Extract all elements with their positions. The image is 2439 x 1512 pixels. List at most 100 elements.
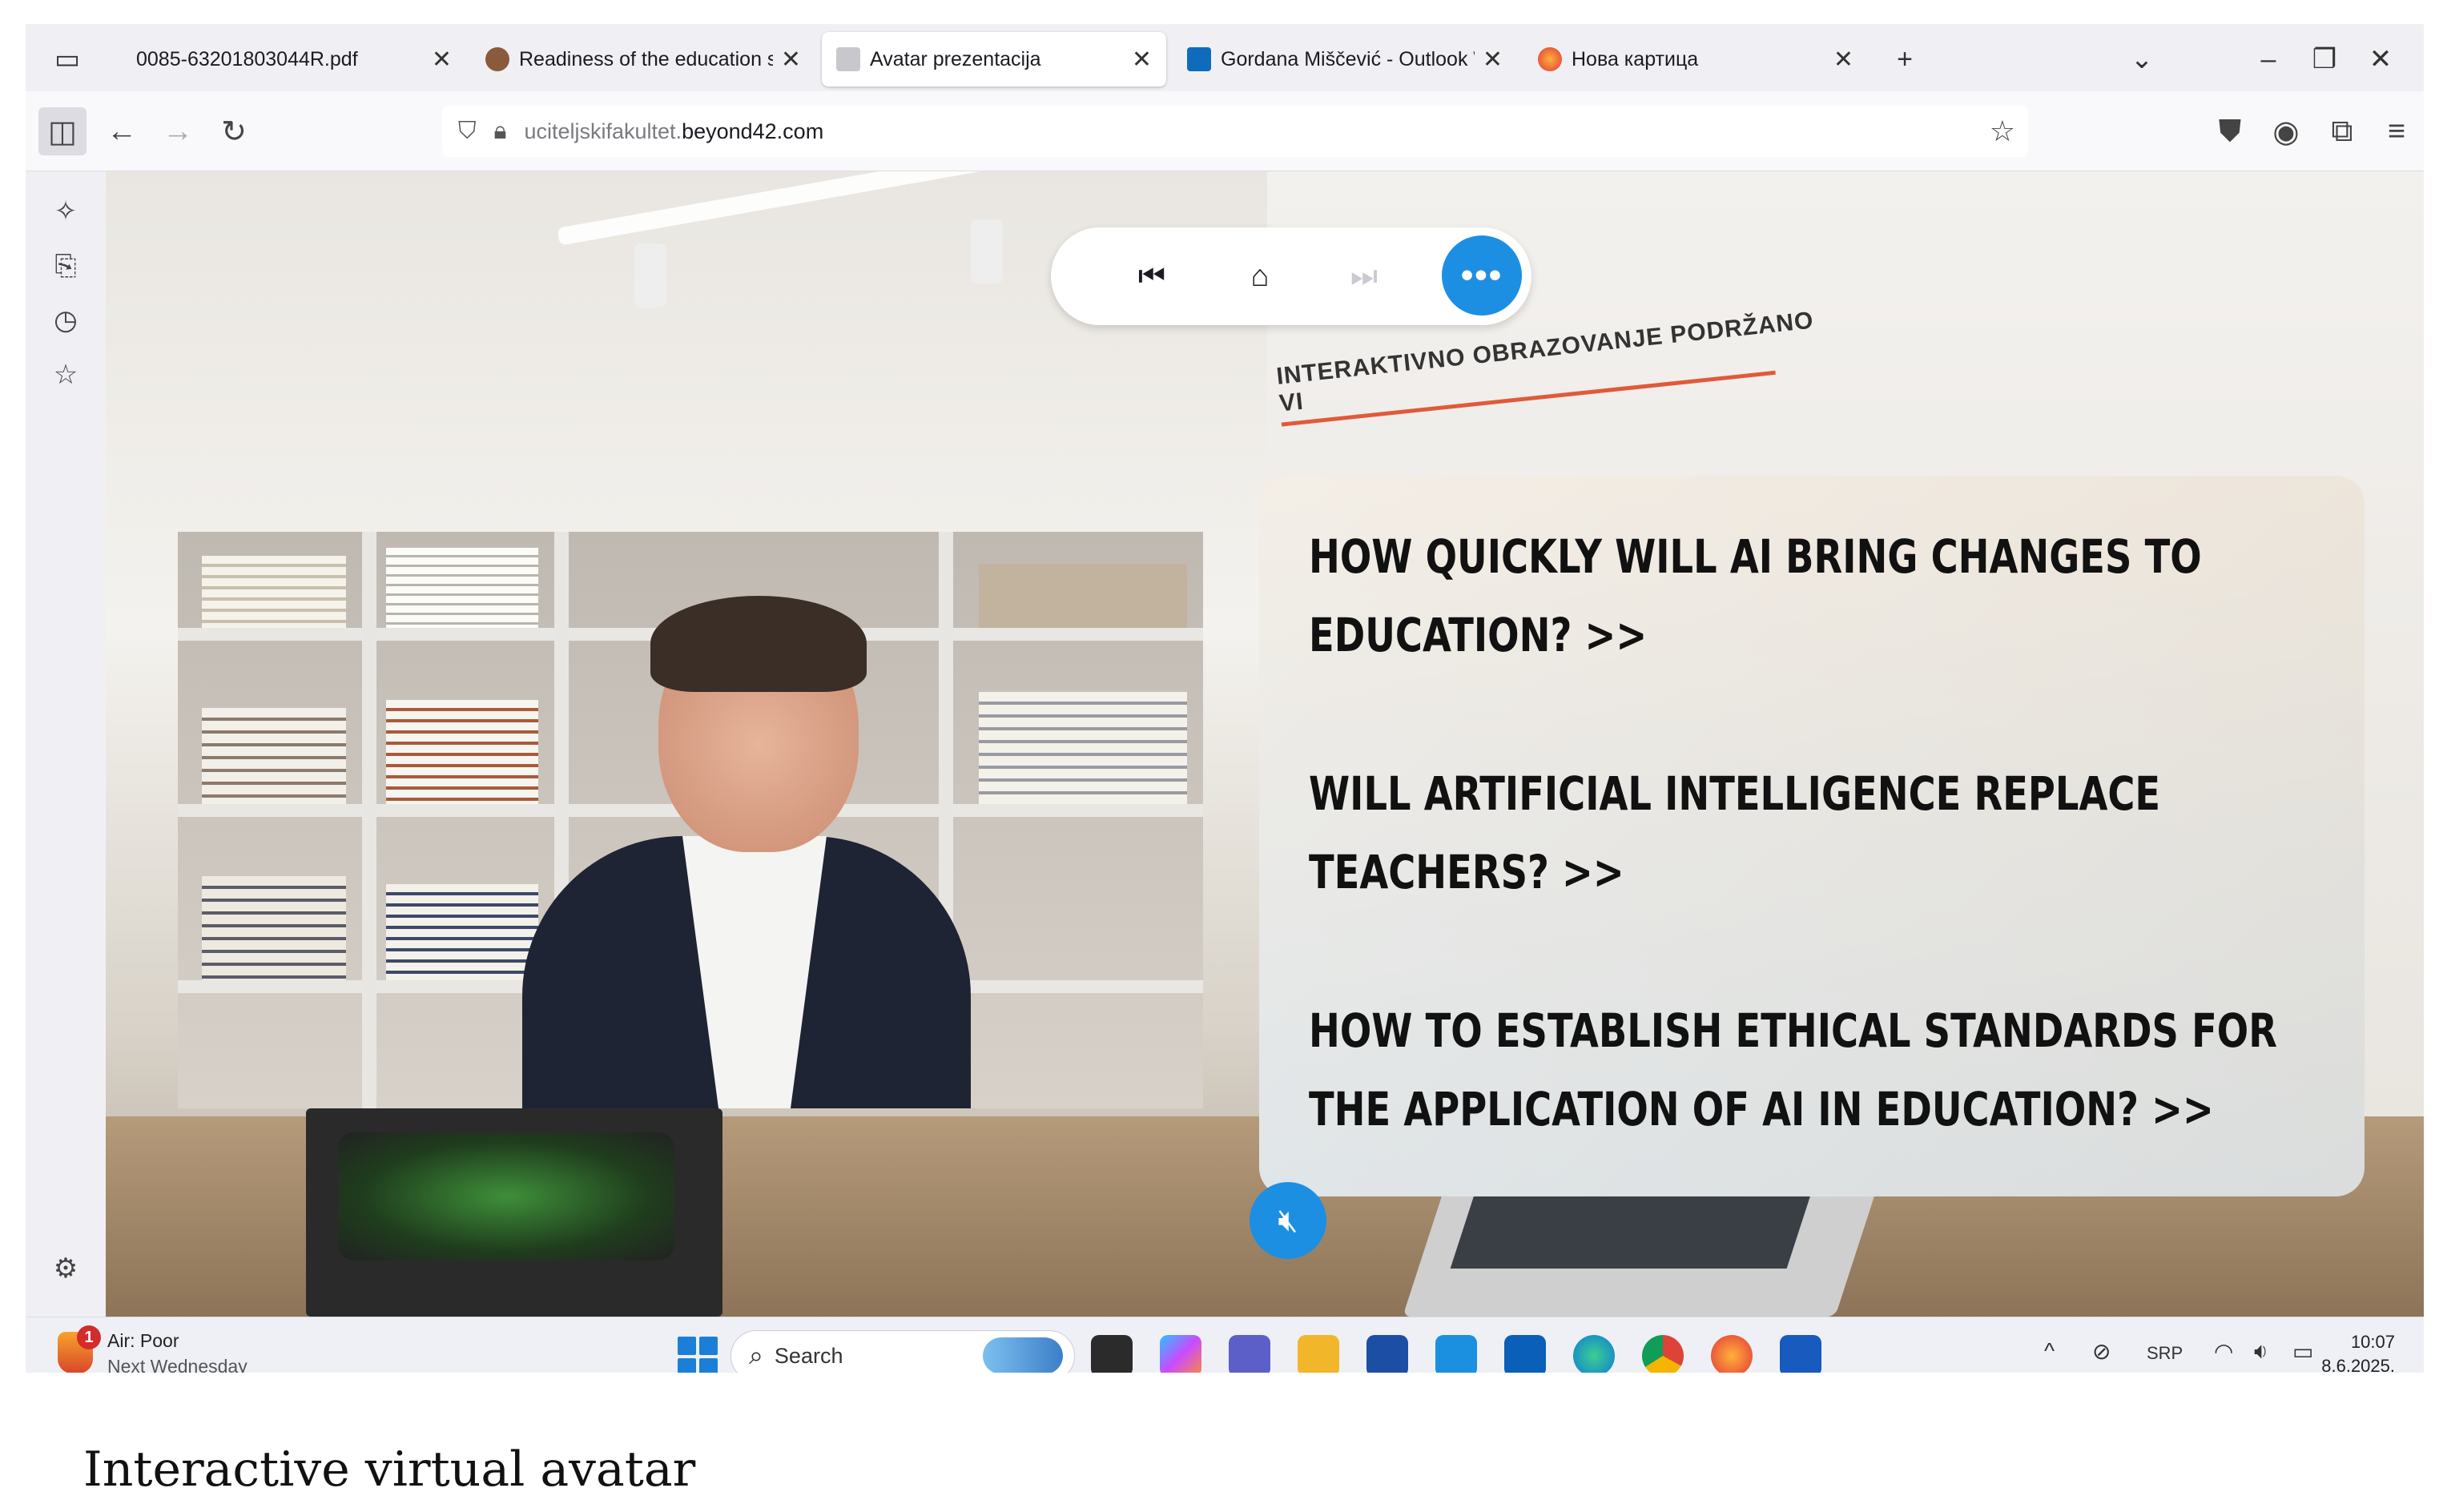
search-placeholder: Search [774, 1343, 843, 1368]
presenter [522, 596, 971, 1108]
tab-title: 0085-63201803044R.pdf [136, 47, 358, 70]
save-app-icon[interactable] [1366, 1335, 1408, 1373]
question-link[interactable]: HOW TO ESTABLISH ETHICAL STANDARDS FOR T… [1309, 991, 2277, 1148]
search-icon: ⌕ [749, 1341, 763, 1369]
close-tab-icon[interactable]: ✕ [1833, 46, 1853, 74]
windows-start-icon[interactable] [678, 1337, 718, 1373]
copilot-icon[interactable] [1160, 1335, 1201, 1373]
outlook-icon [1187, 47, 1211, 71]
ceiling-spotlight [971, 219, 1003, 284]
question-line: TEACHERS? >> [1309, 845, 1624, 899]
dashboard-app-icon[interactable] [1504, 1335, 1546, 1373]
windows-taskbar: 1 Air: Poor Next Wednesday ⌕ Search ^ ⊘ … [26, 1317, 2424, 1373]
tab-avatar-prezentacija[interactable]: Avatar prezentacija ✕ [822, 32, 1166, 86]
weather-status: Air: Poor [107, 1330, 179, 1351]
questions-panel: HOW QUICKLY WILL AI BRING CHANGES TO EDU… [1259, 476, 2365, 1196]
clock-time: 10:07 [2350, 1332, 2395, 1352]
file-explorer-icon[interactable] [1298, 1335, 1339, 1373]
book-stack [202, 556, 346, 628]
system-tray: ^ ⊘ SRP ◠ 🔉︎ ▭ 10:07 8.6.2025. [2028, 1317, 2424, 1373]
question-link[interactable]: WILL ARTIFICIAL INTELLIGENCE REPLACE TEA… [1309, 754, 2160, 911]
bookmarks-icon[interactable]: ☆ [42, 351, 90, 399]
ceiling-light [557, 171, 1113, 246]
sync-off-icon[interactable]: ⊘ [2092, 1338, 2111, 1365]
lock-icon[interactable]: 🔒︎ [494, 118, 507, 145]
weather-widget[interactable]: 1 Air: Poor Next Wednesday [58, 1325, 298, 1373]
firefox-icon[interactable] [1711, 1335, 1753, 1373]
firefox-icon [1538, 47, 1562, 71]
skip-forward-icon[interactable]: ⏭ [1339, 251, 1389, 301]
teams-icon[interactable] [1229, 1335, 1270, 1373]
question-line: HOW QUICKLY WILL AI BRING CHANGES TO [1309, 529, 2202, 584]
book-stack [386, 548, 538, 628]
close-window-button[interactable]: ✕ [2356, 35, 2405, 83]
avatar-video [178, 532, 1203, 1108]
minimize-button[interactable]: – [2244, 35, 2292, 83]
chrome-icon[interactable] [1642, 1335, 1684, 1373]
account-icon[interactable]: ◉ [2262, 107, 2310, 155]
tab-new[interactable]: Нова картица ✕ [1523, 32, 1868, 86]
edge-icon[interactable] [1573, 1335, 1615, 1373]
question-line: EDUCATION? >> [1309, 608, 1648, 662]
task-view-icon[interactable] [1091, 1335, 1133, 1373]
language-indicator[interactable]: SRP [2147, 1343, 2183, 1364]
notification-badge: 1 [77, 1325, 101, 1349]
tab-outlook[interactable]: Gordana Miščević - Outlook We ✕ [1173, 32, 1517, 86]
clock[interactable]: 10:07 8.6.2025. [2321, 1330, 2395, 1373]
url-bar[interactable]: ⛉ 🔒︎ uciteljskifakultet. beyond42.com ☆ [442, 106, 2028, 157]
back-icon[interactable]: ← [98, 107, 146, 155]
presenter-hair [650, 596, 867, 692]
menu-icon[interactable]: ≡ [2373, 107, 2421, 155]
list-all-tabs-icon[interactable]: ⌄ [2118, 35, 2166, 83]
show-hidden-icons-icon[interactable]: ^ [2044, 1338, 2055, 1364]
volume-icon[interactable]: 🔉︎ [2254, 1338, 2268, 1365]
virtual-room-scene: ⏮ ⌂ ⏭ ••• INTERAKTIVNO OBRAZOVANJE PODRŽ… [106, 171, 2424, 1317]
history-icon[interactable]: ◷ [42, 296, 90, 344]
url-subdomain: uciteljskifakultet. [524, 119, 682, 143]
question-line: WILL ARTIFICIAL INTELLIGENCE REPLACE [1309, 766, 2161, 821]
tab-readiness[interactable]: Readiness of the education syst ✕ [471, 32, 815, 86]
synced-tabs-icon[interactable]: ⎘ [42, 242, 90, 290]
shelf-decoration [979, 564, 1187, 628]
presentation-controls: ⏮ ⌂ ⏭ ••• [1051, 227, 1531, 325]
mute-icon[interactable]: 🔇︎ [1250, 1182, 1326, 1259]
restore-button[interactable]: ❐ [2300, 35, 2348, 83]
close-tab-icon[interactable]: ✕ [781, 46, 801, 74]
word-icon[interactable] [1780, 1335, 1821, 1373]
clock-date: 8.6.2025. [2321, 1356, 2395, 1373]
tab-strip: ▭ 0085-63201803044R.pdf ✕ Readiness of t… [26, 24, 2424, 91]
forward-icon[interactable]: → [154, 107, 202, 155]
new-tab-button[interactable]: + [1881, 35, 1929, 83]
tab-overview-icon[interactable]: ▭ [43, 35, 91, 83]
question-line: THE APPLICATION OF AI IN EDUCATION? >> [1309, 1082, 2214, 1136]
reload-icon[interactable]: ↻ [210, 107, 258, 155]
question-link[interactable]: HOW QUICKLY WILL AI BRING CHANGES TO EDU… [1309, 517, 2202, 674]
book-stack [386, 700, 538, 804]
book-stack [979, 692, 1187, 804]
book-stack [202, 876, 346, 980]
question-line: HOW TO ESTABLISH ETHICAL STANDARDS FOR [1309, 1003, 2277, 1058]
book-stack [386, 884, 538, 980]
ceiling-spotlight [634, 243, 666, 308]
settings-icon[interactable]: ⚙ [42, 1245, 90, 1293]
pocket-icon[interactable]: ⛊ [2206, 107, 2254, 155]
ai-chat-icon[interactable]: ✧ [42, 187, 90, 235]
close-tab-icon[interactable]: ✕ [1132, 46, 1152, 74]
taskbar-search[interactable]: ⌕ Search [730, 1330, 1075, 1373]
tab-pdf[interactable]: 0085-63201803044R.pdf ✕ [122, 32, 466, 86]
extensions-icon[interactable]: ⧉ [2318, 107, 2366, 155]
shield-icon[interactable]: ⛉ [458, 118, 477, 145]
store-app-icon[interactable] [1435, 1335, 1477, 1373]
close-tab-icon[interactable]: ✕ [432, 46, 452, 74]
home-icon[interactable]: ⌂ [1235, 251, 1285, 301]
tab-title: Gordana Miščević - Outlook We [1221, 47, 1475, 70]
tab-favicon-icon [485, 47, 509, 71]
close-tab-icon[interactable]: ✕ [1483, 46, 1503, 74]
wifi-icon[interactable]: ◠ [2214, 1338, 2233, 1365]
sidebar-toggle-icon[interactable]: ◫ [38, 107, 87, 155]
more-options-button[interactable]: ••• [1442, 235, 1522, 316]
tab-title: Нова картица [1572, 47, 1699, 70]
bookmark-star-icon[interactable]: ☆ [1990, 115, 2015, 148]
battery-icon[interactable]: ▭ [2292, 1338, 2313, 1365]
skip-back-icon[interactable]: ⏮ [1127, 251, 1177, 301]
